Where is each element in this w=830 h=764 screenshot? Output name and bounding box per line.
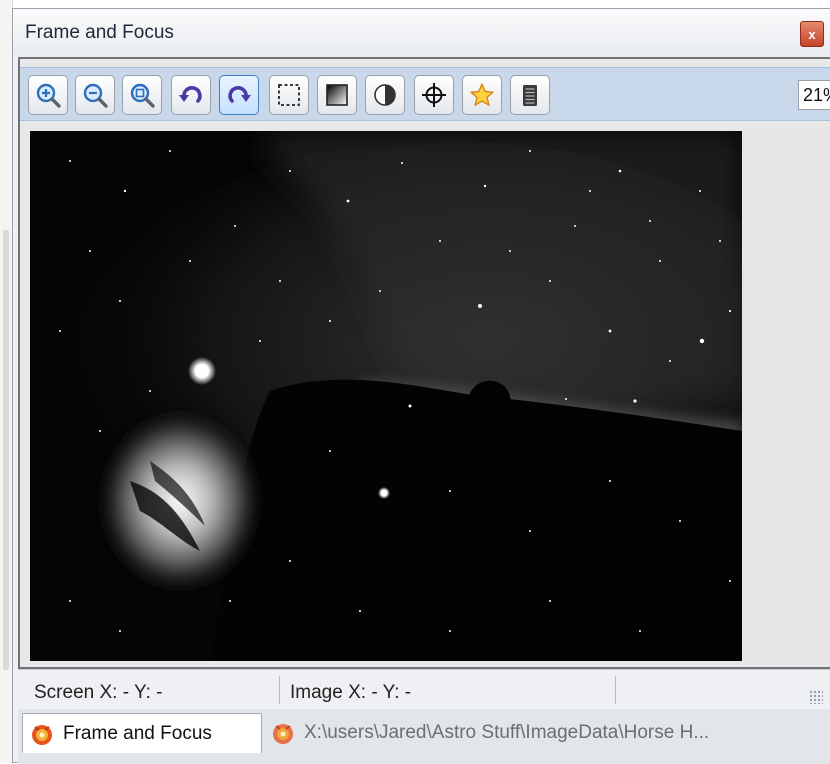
close-icon: x	[808, 26, 816, 42]
histogram-icon	[523, 85, 537, 106]
tab-label: Frame and Focus	[63, 722, 212, 744]
tab-label: X:\users\Jared\Astro Stuff\ImageData\Hor…	[304, 722, 710, 743]
zoom-in-icon	[36, 83, 61, 108]
viewport-empty-area	[742, 131, 830, 661]
resize-grip[interactable]	[809, 690, 823, 704]
tab-strip: Frame and Focus X:\users\Jared\Astro Stu…	[18, 709, 830, 764]
close-button[interactable]: x	[800, 21, 824, 47]
stretch-button[interactable]	[317, 75, 357, 115]
rotate-right-icon	[228, 86, 251, 103]
status-bar: Screen X: - Y: - Image X: - Y: -	[18, 669, 830, 710]
selection-rect-icon	[278, 84, 300, 106]
contrast-icon	[374, 84, 396, 106]
screen-coordinates: Screen X: - Y: -	[34, 682, 163, 703]
zoom-level-input[interactable]: 21%	[798, 80, 830, 110]
zoom-fit-button[interactable]	[122, 75, 162, 115]
nebula-image	[30, 131, 742, 661]
crosshair-button[interactable]	[414, 75, 454, 115]
rotate-left-icon	[179, 86, 202, 103]
histogram-button[interactable]	[510, 75, 550, 115]
image-file-app-icon	[273, 724, 293, 744]
image-coordinates: Image X: - Y: -	[290, 682, 412, 703]
zoom-in-button[interactable]	[28, 75, 68, 115]
gradient-stretch-icon	[326, 84, 348, 106]
status-separator	[279, 676, 280, 704]
zoom-out-button[interactable]	[75, 75, 115, 115]
zoom-fit-icon	[130, 83, 155, 108]
rotate-left-button[interactable]	[171, 75, 211, 115]
frame-and-focus-window: Frame and Focus x 21 Screen X: - Y: - Im…	[12, 8, 830, 764]
tab-frame-and-focus[interactable]: Frame and Focus	[22, 713, 262, 753]
left-scrollbar[interactable]	[3, 230, 9, 670]
window-titlebar[interactable]: Frame and Focus x	[13, 9, 830, 57]
selection-button[interactable]	[269, 75, 309, 115]
image-viewport[interactable]	[30, 131, 742, 661]
zoom-out-icon	[83, 83, 108, 108]
tab-image-file[interactable]: X:\users\Jared\Astro Stuff\ImageData\Hor…	[264, 713, 830, 753]
crosshair-icon	[422, 83, 446, 107]
frame-focus-app-icon	[32, 724, 52, 745]
rotate-right-button[interactable]	[219, 75, 259, 115]
contrast-button[interactable]	[365, 75, 405, 115]
window-title: Frame and Focus	[25, 22, 174, 43]
toolbar: 21%	[20, 67, 830, 121]
star-button[interactable]	[462, 75, 502, 115]
star-icon	[470, 83, 494, 106]
status-separator	[615, 676, 616, 704]
image-panel: 21%	[18, 57, 830, 669]
